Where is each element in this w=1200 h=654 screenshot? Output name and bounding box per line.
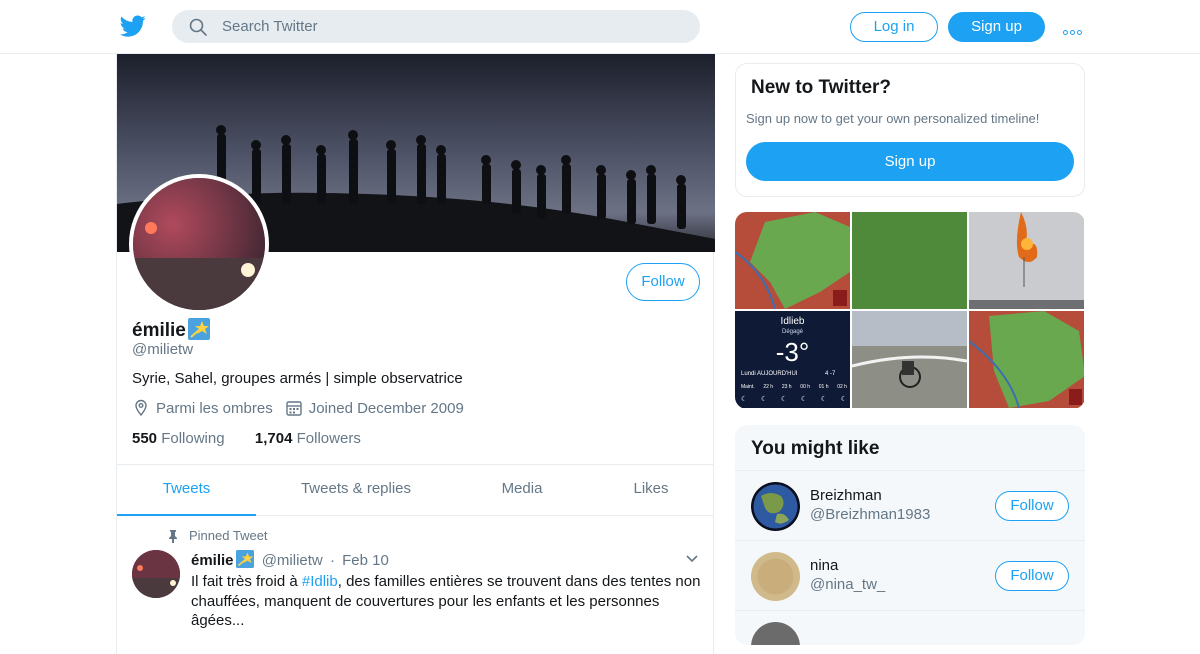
tweet-date[interactable]: Feb 10 (342, 552, 389, 569)
profile-meta: Parmi les ombres Joined December 2009 (132, 399, 464, 417)
media-thumb-explosion[interactable] (969, 212, 1084, 309)
pin-icon (169, 529, 177, 543)
suggested-account-row[interactable] (735, 610, 1085, 645)
chevron-down-icon[interactable] (684, 550, 700, 566)
new-to-twitter-card: New to Twitter? Sign up now to get your … (735, 63, 1085, 197)
weather-hour: Maint. (741, 384, 755, 390)
profile-location: Parmi les ombres (156, 399, 273, 417)
profile-handle: @milietw (132, 341, 194, 358)
pinned-label-text: Pinned Tweet (189, 528, 268, 543)
location-icon (135, 399, 147, 417)
tab-tweets[interactable]: Tweets (117, 465, 256, 516)
media-thumb-green[interactable] (852, 212, 967, 309)
tweet-header: émilie @milietw · Feb 10 (191, 550, 389, 569)
top-navigation-bar: Log in Sign up (0, 0, 1200, 54)
weather-moon-icons: ☾ ☾ ☾ ☾ ☾ ☾ (741, 396, 847, 403)
weather-hour: 02 h (837, 384, 847, 390)
weather-temperature: -3° (775, 337, 810, 367)
signup-large-button[interactable]: Sign up (746, 142, 1074, 181)
media-thumb-map-1[interactable] (735, 212, 850, 309)
following-label: Following (161, 430, 225, 447)
weather-hour: 01 h (818, 384, 829, 390)
login-button[interactable]: Log in (850, 12, 938, 42)
suggested-account-name[interactable]: nina (810, 557, 838, 574)
tweet-avatar[interactable] (132, 550, 180, 598)
weather-day-name: Lundi (741, 371, 756, 377)
tweet-separator: · (329, 552, 335, 569)
twitter-bird-icon[interactable] (119, 13, 147, 39)
follow-button[interactable]: Follow (995, 491, 1069, 521)
weather-hour: 23 h (781, 384, 792, 390)
suggested-account-row[interactable]: Breizhman @Breizhman1983 Follow (735, 470, 1085, 540)
profile-avatar[interactable] (129, 174, 269, 314)
tab-tweets-replies[interactable]: Tweets & replies (281, 465, 431, 516)
followers-count: 1,704 (254, 430, 293, 447)
new-to-twitter-title: New to Twitter? (751, 77, 892, 98)
profile-tabs: Tweets Tweets & replies Media Likes (117, 464, 714, 516)
tweet-author-handle[interactable]: @milietw (262, 552, 323, 569)
suggested-account-row[interactable]: nina @nina_tw_ Follow (735, 540, 1085, 610)
tab-likes[interactable]: Likes (617, 465, 685, 516)
followers-stat[interactable]: 1,704 Followers (255, 430, 361, 447)
search-input[interactable] (222, 10, 682, 43)
weather-hour: 00 h (800, 384, 811, 390)
profile-joined: Joined December 2009 (308, 399, 464, 417)
calendar-icon (286, 401, 302, 416)
you-might-like-card: You might like Breizhman @Breizhman1983 … (735, 425, 1085, 645)
suggested-account-avatar[interactable] (751, 552, 800, 601)
following-count: 550 (132, 430, 158, 447)
weather-city: Idlieb (780, 316, 805, 327)
tweet-author-name[interactable]: émilie (191, 552, 234, 569)
weather-condition: Dégagé (781, 329, 804, 335)
shooting-star-emoji-icon (187, 318, 210, 340)
profile-name: émilie (132, 318, 210, 342)
weather-hi-lo: 4 -7 (825, 371, 836, 377)
shooting-star-emoji-icon (235, 550, 254, 568)
media-thumb-road[interactable] (852, 311, 967, 408)
new-to-twitter-subtitle: Sign up now to get your own personalized… (746, 111, 1040, 126)
suggested-account-avatar[interactable] (751, 622, 800, 645)
weather-day: Lundi AUJOURD'HUI (741, 371, 798, 377)
weather-hours: Maint. 22 h 23 h 00 h 01 h 02 h (741, 384, 847, 390)
weather-today: AUJOURD'HUI (757, 371, 798, 377)
suggested-account-handle[interactable]: @nina_tw_ (810, 576, 885, 593)
you-might-like-title: You might like (751, 438, 880, 459)
profile-column: Follow émilie @milietw Syrie, Sahel, gro… (116, 54, 715, 654)
follow-button[interactable]: Follow (995, 561, 1069, 591)
profile-name-text: émilie (132, 320, 186, 341)
followers-label: Followers (296, 430, 361, 447)
profile-bio: Syrie, Sahel, groupes armés | simple obs… (132, 370, 463, 387)
media-thumb-weather[interactable]: Idlieb Dégagé -3° Lundi AUJOURD'HUI 4 -7… (735, 311, 850, 408)
tweet-hashtag[interactable]: #Idlib (302, 573, 338, 590)
suggested-account-name[interactable]: Breizhman (810, 487, 882, 504)
suggested-account-handle[interactable]: @Breizhman1983 (810, 506, 930, 523)
following-stat[interactable]: 550 Following (132, 430, 225, 447)
tweet-text-before: Il fait très froid à (191, 573, 302, 590)
signup-button[interactable]: Sign up (948, 12, 1045, 42)
more-icon[interactable] (1063, 22, 1087, 35)
search-icon (189, 18, 207, 36)
suggested-account-avatar[interactable] (751, 482, 800, 531)
tweet-text: Il fait très froid à #Idlib, des famille… (191, 572, 701, 631)
tab-media[interactable]: Media (487, 465, 557, 516)
pinned-label: Pinned Tweet (167, 528, 268, 543)
media-grid: Idlieb Dégagé -3° Lundi AUJOURD'HUI 4 -7… (735, 212, 1085, 409)
weather-hour: 22 h (763, 384, 774, 390)
media-thumb-map-2[interactable] (969, 311, 1084, 408)
profile-stats: 550 Following 1,704 Followers (132, 430, 361, 447)
follow-button[interactable]: Follow (626, 263, 700, 301)
